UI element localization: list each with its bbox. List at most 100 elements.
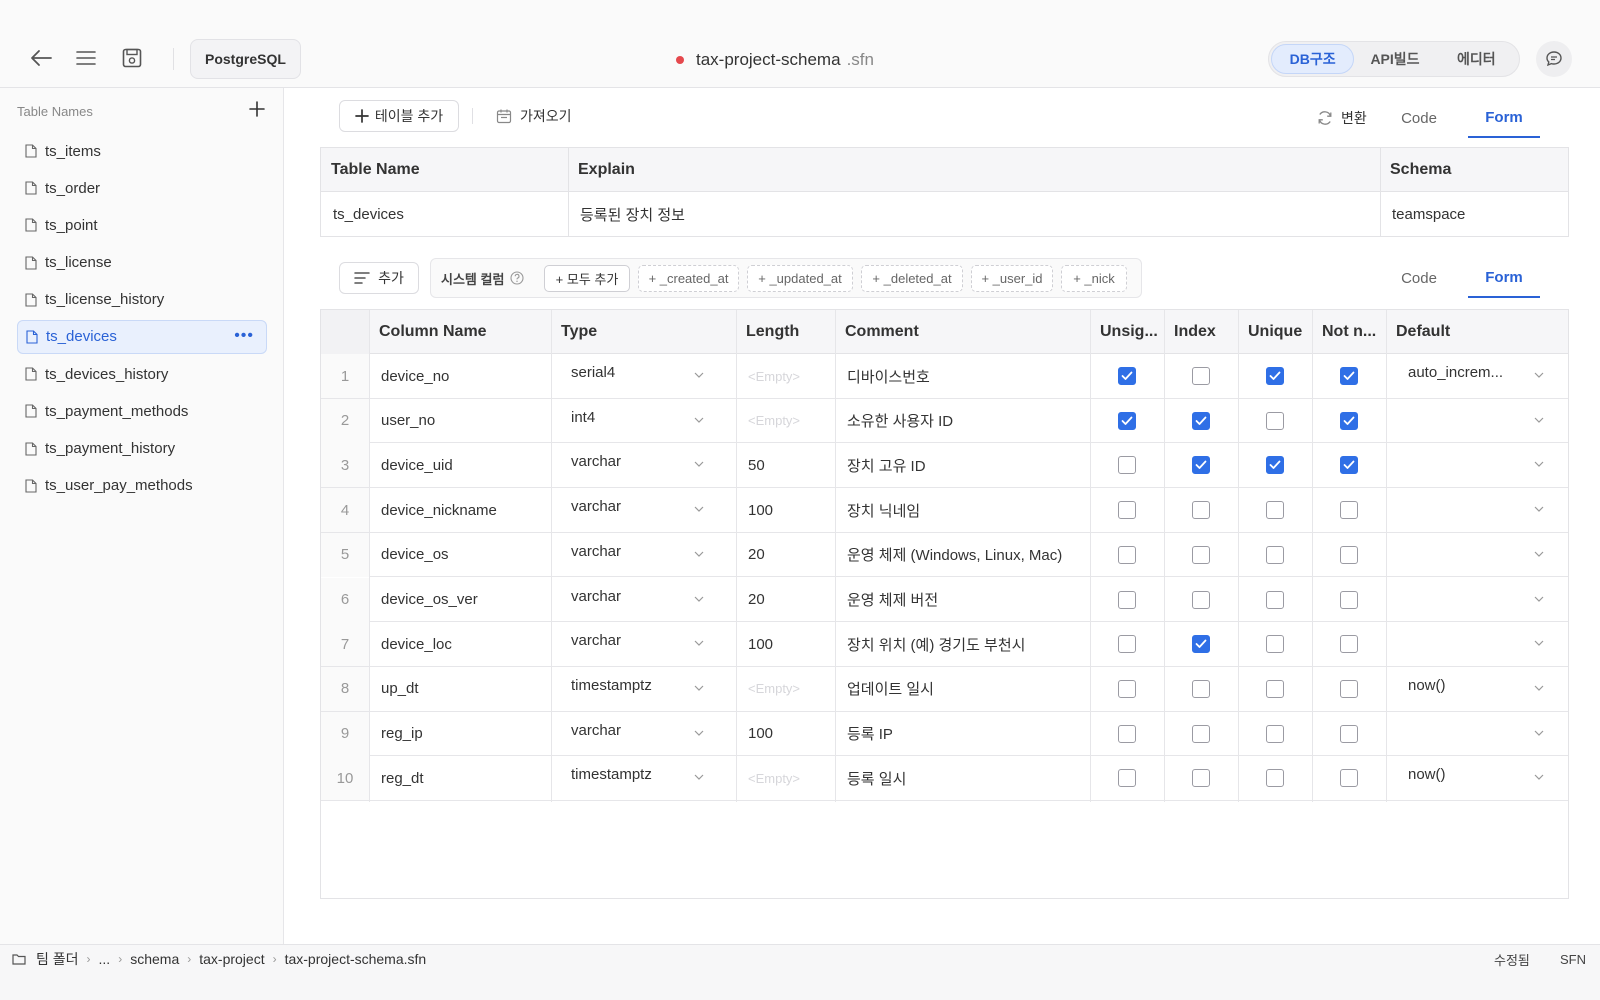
length-cell[interactable]: 20 — [736, 578, 835, 622]
comment-cell[interactable]: 디바이스번호 — [835, 354, 1090, 398]
not-null-checkbox[interactable] — [1340, 501, 1358, 520]
index-checkbox[interactable] — [1192, 367, 1210, 385]
chip-created-at[interactable]: + _created_at — [638, 265, 739, 292]
breadcrumb-item[interactable]: ... — [99, 951, 111, 967]
unsigned-checkbox[interactable] — [1118, 456, 1136, 475]
comment-cell[interactable]: 장치 고유 ID — [835, 443, 1090, 487]
chevron-down-icon[interactable] — [693, 368, 705, 380]
length-cell-empty[interactable]: <Empty> — [736, 399, 835, 443]
mode-editor[interactable]: 에디터 — [1436, 44, 1517, 74]
table-name-field[interactable]: ts_devices — [321, 192, 568, 237]
unique-checkbox[interactable] — [1266, 456, 1284, 475]
columns-tab-form[interactable]: Form — [1468, 258, 1540, 298]
comment-cell[interactable]: 운영 체제 (Windows, Linux, Mac) — [835, 533, 1090, 577]
column-name-cell[interactable]: device_os_ver — [369, 578, 551, 622]
not-null-checkbox[interactable] — [1340, 411, 1358, 430]
comment-cell[interactable]: 장치 닉네임 — [835, 488, 1090, 532]
not-null-checkbox[interactable] — [1340, 724, 1358, 743]
chevron-down-icon[interactable] — [1533, 770, 1545, 782]
add-table-button[interactable]: 테이블 추가 — [339, 100, 459, 132]
sidebar-item-ts-payment-history[interactable]: ts_payment_history — [17, 432, 267, 466]
column-name-cell[interactable]: up_dt — [369, 667, 551, 711]
not-null-checkbox[interactable] — [1340, 679, 1358, 698]
add-table-plus-icon[interactable] — [246, 98, 268, 120]
not-null-checkbox[interactable] — [1340, 635, 1358, 654]
unique-checkbox[interactable] — [1266, 724, 1284, 743]
unique-checkbox[interactable] — [1266, 590, 1284, 609]
sidebar-item-ts-user-pay-methods[interactable]: ts_user_pay_methods — [17, 469, 267, 503]
not-null-checkbox[interactable] — [1340, 590, 1358, 609]
unsigned-checkbox[interactable] — [1118, 724, 1136, 743]
comment-cell[interactable]: 업데이트 일시 — [835, 667, 1090, 711]
unique-checkbox[interactable] — [1266, 635, 1284, 654]
index-checkbox[interactable] — [1192, 769, 1210, 788]
chip-deleted-at[interactable]: + _deleted_at — [861, 265, 963, 292]
sidebar-item-ts-point[interactable]: ts_point — [17, 208, 267, 242]
unsigned-checkbox[interactable] — [1118, 590, 1136, 609]
type-select[interactable]: varchar — [551, 443, 736, 487]
index-checkbox[interactable] — [1192, 590, 1210, 609]
breadcrumb-item[interactable]: schema — [130, 951, 179, 967]
column-name-cell[interactable]: user_no — [369, 399, 551, 443]
chevron-down-icon[interactable] — [693, 592, 705, 604]
unique-checkbox[interactable] — [1266, 545, 1284, 564]
comment-cell[interactable]: 운영 체제 버전 — [835, 578, 1090, 622]
index-checkbox[interactable] — [1192, 679, 1210, 698]
length-cell[interactable]: 100 — [736, 488, 835, 532]
import-button[interactable]: 가져오기 — [496, 100, 572, 132]
chip-user-id[interactable]: + _user_id — [971, 265, 1053, 292]
column-name-cell[interactable]: device_uid — [369, 443, 551, 487]
columns-tab-code[interactable]: Code — [1383, 258, 1455, 298]
chevron-down-icon[interactable] — [693, 770, 705, 782]
unique-checkbox[interactable] — [1266, 679, 1284, 698]
chevron-down-icon[interactable] — [693, 502, 705, 514]
type-select[interactable]: timestamptz — [551, 667, 736, 711]
add-column-button[interactable]: 추가 — [339, 262, 419, 294]
type-select[interactable]: varchar — [551, 712, 736, 756]
column-name-cell[interactable]: device_no — [369, 354, 551, 398]
breadcrumb-item[interactable]: tax-project-schema.sfn — [285, 951, 427, 967]
breadcrumb-item[interactable]: tax-project — [199, 951, 264, 967]
length-cell[interactable]: 100 — [736, 622, 835, 666]
length-cell-empty[interactable]: <Empty> — [736, 354, 835, 398]
unsigned-checkbox[interactable] — [1118, 545, 1136, 564]
length-cell-empty[interactable]: <Empty> — [736, 667, 835, 711]
chevron-down-icon[interactable] — [693, 547, 705, 559]
column-name-cell[interactable]: device_nickname — [369, 488, 551, 532]
column-name-cell[interactable]: device_loc — [369, 622, 551, 666]
save-icon[interactable] — [118, 44, 146, 72]
not-null-checkbox[interactable] — [1340, 769, 1358, 788]
chip-updated-at[interactable]: + _updated_at — [747, 265, 853, 292]
type-select[interactable]: varchar — [551, 533, 736, 577]
index-checkbox[interactable] — [1192, 545, 1210, 564]
chevron-down-icon[interactable] — [1533, 457, 1545, 469]
not-null-checkbox[interactable] — [1340, 545, 1358, 564]
not-null-checkbox[interactable] — [1340, 367, 1358, 385]
not-null-checkbox[interactable] — [1340, 456, 1358, 475]
schema-field[interactable]: teamspace — [1380, 192, 1568, 237]
chevron-down-icon[interactable] — [693, 457, 705, 469]
unsigned-checkbox[interactable] — [1118, 367, 1136, 385]
more-options-icon[interactable]: ••• — [234, 327, 254, 345]
unique-checkbox[interactable] — [1266, 411, 1284, 430]
chevron-down-icon[interactable] — [693, 681, 705, 693]
index-checkbox[interactable] — [1192, 635, 1210, 654]
sidebar-item-ts-order[interactable]: ts_order — [17, 171, 267, 205]
sidebar-item-ts-license-history[interactable]: ts_license_history — [17, 283, 267, 317]
comment-cell[interactable]: 소유한 사용자 ID — [835, 399, 1090, 443]
chevron-down-icon[interactable] — [1533, 636, 1545, 648]
db-engine-badge[interactable]: PostgreSQL — [190, 39, 301, 79]
type-select[interactable]: varchar — [551, 578, 736, 622]
chip-nick[interactable]: + _nick — [1061, 265, 1127, 292]
unsigned-checkbox[interactable] — [1118, 501, 1136, 520]
sidebar-item-ts-devices-history[interactable]: ts_devices_history — [17, 357, 267, 391]
chevron-down-icon[interactable] — [693, 413, 705, 425]
sidebar-item-ts-devices[interactable]: ts_devices ••• — [17, 319, 267, 354]
sidebar-item-ts-items[interactable]: ts_items — [17, 134, 267, 168]
add-all-system-columns-button[interactable]: + 모두 추가 — [544, 265, 630, 292]
unique-checkbox[interactable] — [1266, 367, 1284, 385]
index-checkbox[interactable] — [1192, 724, 1210, 743]
unsigned-checkbox[interactable] — [1118, 411, 1136, 430]
length-cell-empty[interactable]: <Empty> — [736, 756, 835, 800]
type-select[interactable]: timestamptz — [551, 756, 736, 800]
